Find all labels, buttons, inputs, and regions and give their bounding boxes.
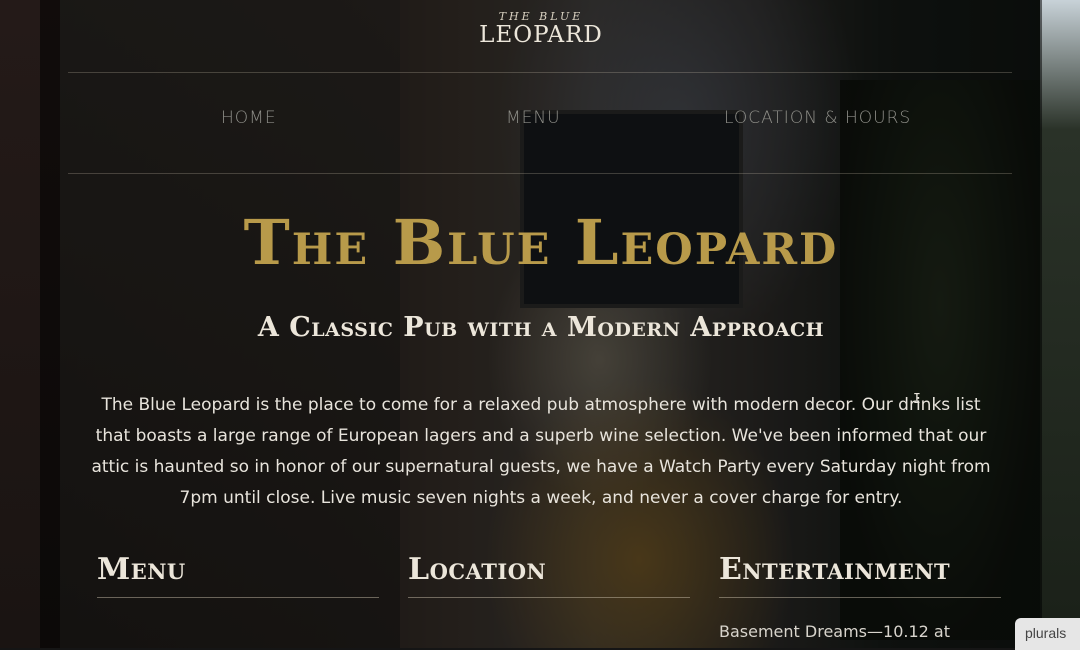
brand-logo[interactable]: LEOPARD <box>40 22 1042 48</box>
location-section: Location <box>408 552 690 622</box>
menu-section: Menu <box>97 552 379 622</box>
menu-heading: Menu <box>97 552 379 598</box>
nav-item-location-hours[interactable]: LOCATION & HOURS <box>724 108 911 128</box>
page-title: The Blue Leopard <box>243 206 839 279</box>
entertainment-section: Entertainment Basement Dreams—10.12 at <box>719 552 1001 641</box>
background-wall-right <box>1040 0 1080 648</box>
location-heading: Location <box>408 552 690 598</box>
page-content: THE BLUE LEOPARD HOME MENU LOCATION & HO… <box>40 0 1042 648</box>
nav-item-menu[interactable]: MENU <box>506 108 561 128</box>
page-subtitle: A Classic Pub with a Modern Approach <box>257 312 825 343</box>
entertainment-text: Basement Dreams—10.12 at <box>719 622 950 641</box>
nav-bottom-divider <box>68 173 1012 174</box>
nav-item-home[interactable]: HOME <box>221 108 277 128</box>
nav-top-divider <box>68 72 1012 73</box>
pluralsight-badge[interactable]: plurals <box>1015 618 1080 650</box>
text-cursor-icon: I <box>913 392 921 407</box>
entertainment-heading: Entertainment <box>719 552 1001 598</box>
main-nav: HOME MENU LOCATION & HOURS <box>40 108 1042 136</box>
intro-paragraph: The Blue Leopard is the place to come fo… <box>91 395 991 508</box>
